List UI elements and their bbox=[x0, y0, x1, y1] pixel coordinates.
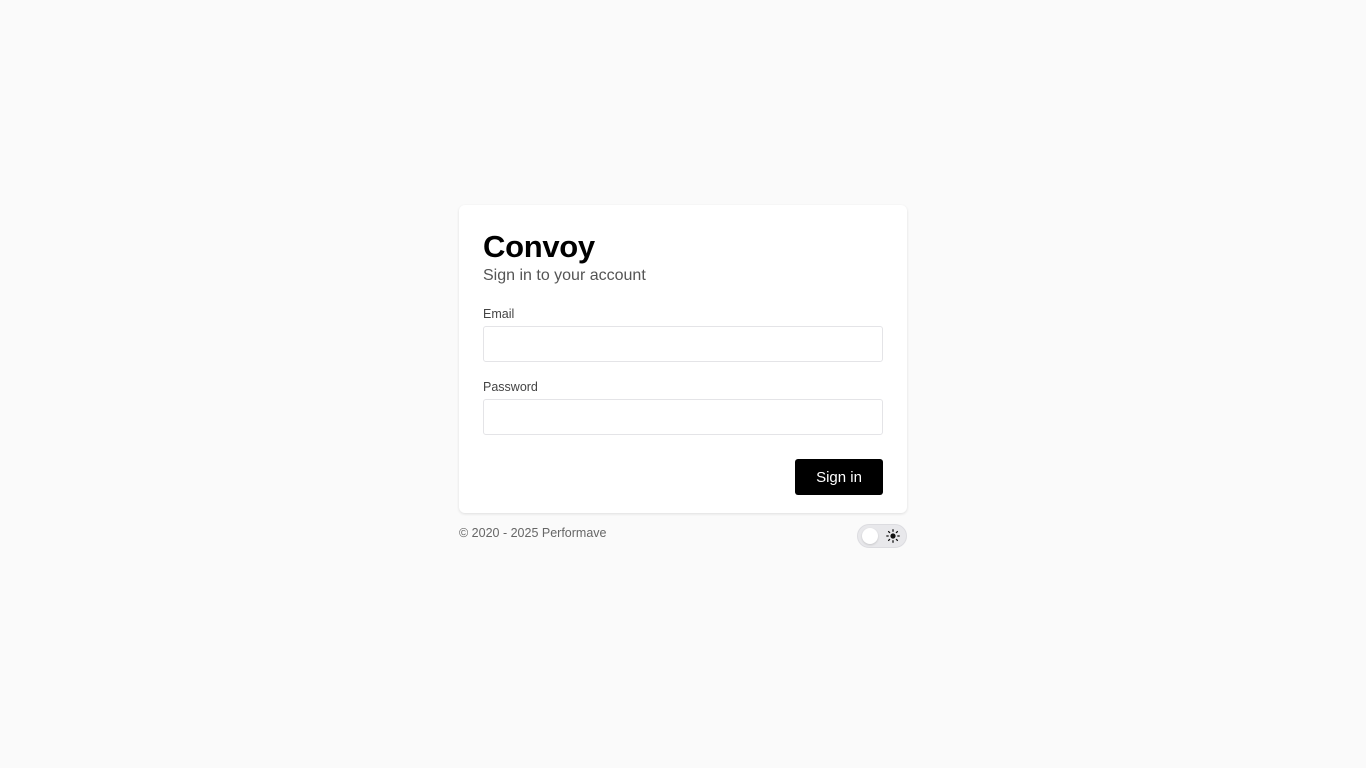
copyright-text: © 2020 - 2025 Performave bbox=[459, 526, 607, 540]
footer: © 2020 - 2025 Performave bbox=[459, 524, 907, 550]
form-actions: Sign in bbox=[483, 459, 883, 495]
password-label: Password bbox=[483, 380, 538, 394]
login-form: Email Password Sign in bbox=[483, 306, 883, 495]
theme-toggle[interactable] bbox=[857, 524, 907, 548]
toggle-knob bbox=[862, 528, 878, 544]
email-field[interactable] bbox=[483, 326, 883, 362]
sign-in-button[interactable]: Sign in bbox=[795, 459, 883, 495]
sun-icon bbox=[886, 529, 900, 543]
email-label: Email bbox=[483, 307, 515, 321]
password-field[interactable] bbox=[483, 399, 883, 435]
page-subtitle: Sign in to your account bbox=[483, 267, 646, 284]
login-card: Convoy Sign in to your account Email Pas… bbox=[459, 205, 907, 513]
app-title: Convoy bbox=[483, 229, 595, 264]
